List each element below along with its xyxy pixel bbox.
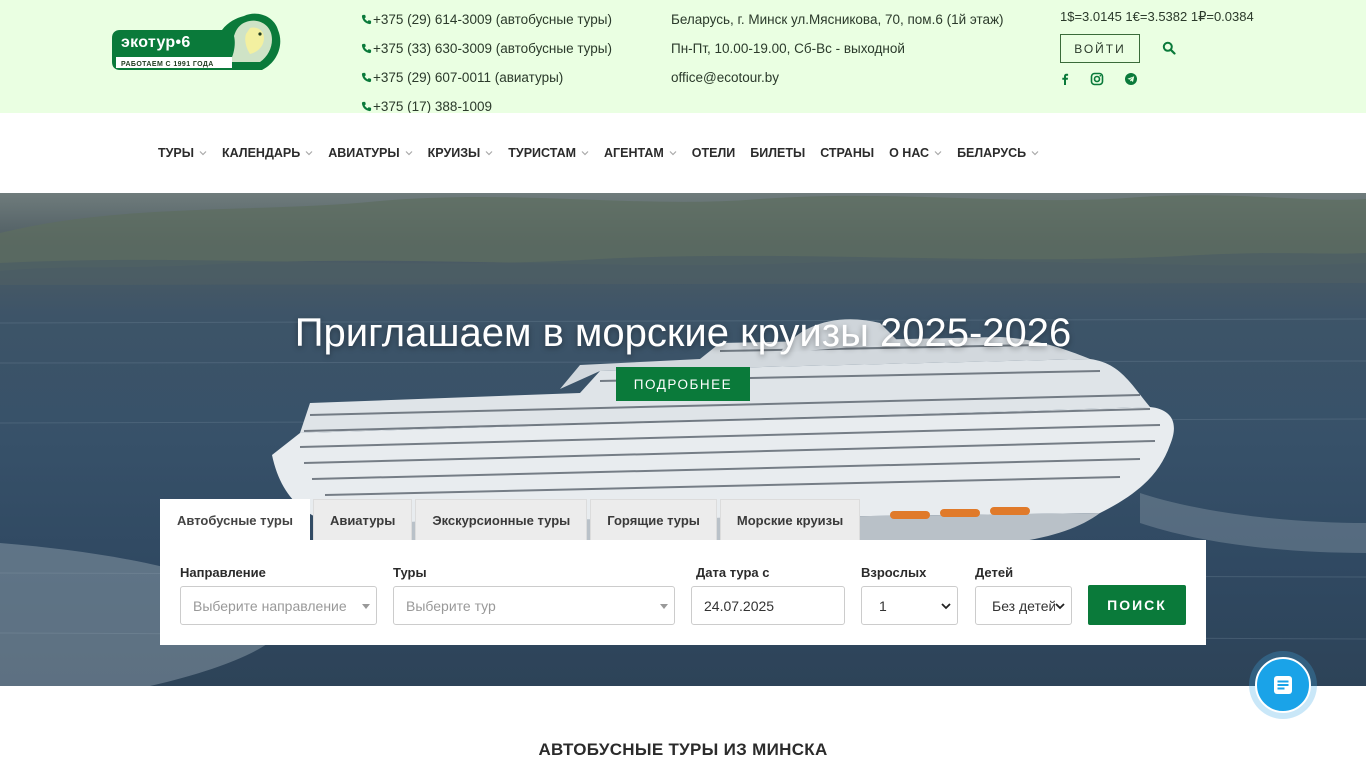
top-bar: экотур•6 РАБОТАЕМ С 1991 ГОДА +375 (29) … xyxy=(0,0,1366,114)
nav-item-air-tours[interactable]: АВИАТУРЫ xyxy=(328,146,413,160)
nav-item-label: КАЛЕНДАРЬ xyxy=(222,146,301,160)
adults-select[interactable]: 1 xyxy=(861,586,958,625)
search-icon[interactable] xyxy=(1162,41,1176,55)
date-label: Дата тура с xyxy=(696,565,770,580)
currency-rates: 1$=3.0145 1€=3.5382 1₽=0.0384 xyxy=(1060,9,1254,24)
phone-number: +375 (33) 630-3009 (автобусные туры) xyxy=(373,41,612,56)
nav-item-label: АВИАТУРЫ xyxy=(328,146,400,160)
chevron-down-icon xyxy=(941,603,951,610)
hero-details-button[interactable]: ПОДРОБНЕЕ xyxy=(616,367,750,401)
children-value: Без детей xyxy=(992,597,1057,614)
nav-item-label: О НАС xyxy=(889,146,930,160)
phone-icon xyxy=(361,101,372,112)
chevron-down-icon xyxy=(669,151,677,156)
nav-item-label: ОТЕЛИ xyxy=(691,146,736,160)
phone-icon xyxy=(361,43,372,54)
chevron-down-icon xyxy=(581,151,589,156)
phone-number: +375 (17) 388-1009 xyxy=(373,99,492,114)
children-select[interactable]: Без детей xyxy=(975,586,1072,625)
chat-widget-button[interactable] xyxy=(1255,657,1311,713)
facebook-icon[interactable] xyxy=(1058,72,1072,86)
telegram-icon[interactable] xyxy=(1124,72,1138,86)
nav-item-about[interactable]: О НАС xyxy=(889,146,942,160)
phone-icon xyxy=(361,14,372,25)
phone-number: +375 (29) 607-0011 (авиатуры) xyxy=(373,70,564,85)
phone-item[interactable]: +375 (33) 630-3009 (автобусные туры) xyxy=(361,34,612,63)
caret-down-icon xyxy=(362,604,370,609)
nav-item-label: КРУИЗЫ xyxy=(427,146,481,160)
tour-placeholder: Выберите тур xyxy=(406,597,496,614)
nav-item-tours[interactable]: ТУРЫ xyxy=(158,146,207,160)
nav-item-belarus[interactable]: БЕЛАРУСЬ xyxy=(957,146,1039,160)
address: Беларусь, г. Минск ул.Мясникова, 70, пом… xyxy=(671,12,1004,27)
working-hours: Пн-Пт, 10.00-19.00, Сб-Вс - выходной xyxy=(671,41,905,56)
instagram-icon[interactable] xyxy=(1090,72,1104,86)
hero-title: Приглашаем в морские круизы 2025-2026 xyxy=(294,311,1072,355)
nav-item-label: СТРАНЫ xyxy=(820,146,875,160)
nav-item-label: ТУРИСТАМ xyxy=(508,146,577,160)
logo[interactable]: экотур•6 РАБОТАЕМ С 1991 ГОДА xyxy=(112,10,284,74)
section-title: АВТОБУСНЫЕ ТУРЫ ИЗ МИНСКА xyxy=(538,740,828,759)
phone-item[interactable]: +375 (29) 607-0011 (авиатуры) xyxy=(361,63,612,92)
nav-item-tourists[interactable]: ТУРИСТАМ xyxy=(508,146,589,160)
direction-label: Направление xyxy=(180,565,266,580)
logo-slogan: РАБОТАЕМ С 1991 ГОДА xyxy=(121,61,214,68)
chevron-down-icon xyxy=(199,151,207,156)
caret-down-icon xyxy=(660,604,668,609)
phone-icon xyxy=(361,72,372,83)
phone-list: +375 (29) 614-3009 (автобусные туры) +37… xyxy=(361,5,612,121)
tour-select[interactable]: Выберите тур xyxy=(393,586,675,625)
chevron-down-icon xyxy=(1055,601,1065,611)
phone-item[interactable]: +375 (29) 614-3009 (автобусные туры) xyxy=(361,5,612,34)
tab-bus-tours[interactable]: Автобусные туры xyxy=(160,499,310,540)
direction-placeholder: Выберите направление xyxy=(193,597,347,614)
nav-item-tickets[interactable]: БИЛЕТЫ xyxy=(750,146,805,160)
nav-item-label: БИЛЕТЫ xyxy=(750,146,806,160)
nav-item-label: БЕЛАРУСЬ xyxy=(957,146,1027,160)
tab-hot-tours[interactable]: Горящие туры xyxy=(590,499,717,540)
chevron-down-icon xyxy=(485,151,493,156)
date-input[interactable]: 24.07.2025 xyxy=(691,586,845,625)
phone-number: +375 (29) 614-3009 (автобусные туры) xyxy=(373,12,612,27)
children-label: Детей xyxy=(975,565,1014,580)
logo-name: экотур•6 xyxy=(121,34,191,51)
chevron-down-icon xyxy=(1031,151,1039,156)
nav-item-label: АГЕНТАМ xyxy=(604,146,664,160)
nav-item-agents[interactable]: АГЕНТАМ xyxy=(604,146,677,160)
tab-sea-cruises[interactable]: Морские круизы xyxy=(719,499,861,540)
email-link[interactable]: office@ecotour.by xyxy=(671,63,1004,92)
tour-label: Туры xyxy=(393,565,427,580)
tab-air-tours[interactable]: Авиатуры xyxy=(312,499,413,540)
chevron-down-icon xyxy=(934,151,942,156)
adults-value: 1 xyxy=(879,597,887,614)
chevron-down-icon xyxy=(305,151,313,156)
nav-item-cruises[interactable]: КРУИЗЫ xyxy=(428,146,494,160)
direction-select[interactable]: Выберите направление xyxy=(180,586,377,625)
contact-info: Беларусь, г. Минск ул.Мясникова, 70, пом… xyxy=(671,5,1004,92)
search-submit-button[interactable]: ПОИСК xyxy=(1088,585,1186,625)
date-value: 24.07.2025 xyxy=(704,597,775,614)
main-navigation: ТУРЫ КАЛЕНДАРЬ АВИАТУРЫ КРУИЗЫ ТУРИСТАМ … xyxy=(0,113,1366,193)
nav-item-calendar[interactable]: КАЛЕНДАРЬ xyxy=(222,146,313,160)
nav-item-countries[interactable]: СТРАНЫ xyxy=(820,146,874,160)
search-tabs: Автобусные туры Авиатуры Экскурсионные т… xyxy=(160,499,863,540)
adults-label: Взрослых xyxy=(861,565,927,580)
nav-item-label: ТУРЫ xyxy=(158,146,194,160)
chat-message-icon xyxy=(1274,676,1292,694)
nav-item-hotels[interactable]: ОТЕЛИ xyxy=(692,146,735,160)
nav-menu: ТУРЫ КАЛЕНДАРЬ АВИАТУРЫ КРУИЗЫ ТУРИСТАМ … xyxy=(158,113,1054,193)
tab-excursion-tours[interactable]: Экскурсионные туры xyxy=(415,499,588,540)
search-form: Направление Выберите направление Туры Вы… xyxy=(160,540,1206,645)
login-button[interactable]: ВОЙТИ xyxy=(1060,34,1140,63)
chevron-down-icon xyxy=(405,151,413,156)
